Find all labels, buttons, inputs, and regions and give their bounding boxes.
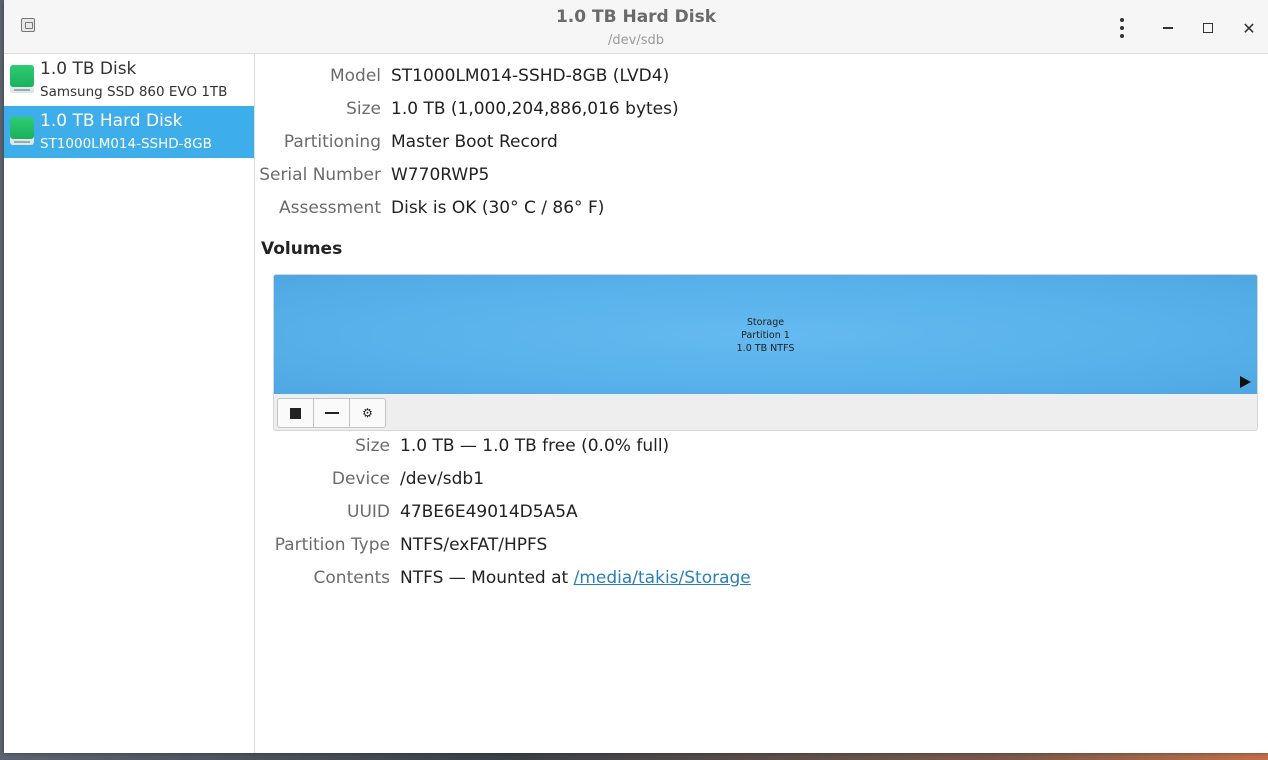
minimize-button[interactable] [1154,14,1182,42]
volume-size-value: 1.0 TB — 1.0 TB free (0.0% full) [400,436,670,456]
assessment-label: Assessment [279,198,381,218]
window-title: 1.0 TB Hard Disk [555,7,717,27]
uuid-value: 47BE6E49014D5A5A [400,502,578,522]
serial-value: W770RWP5 [391,165,490,185]
gears-icon: ⚙ [362,406,373,420]
partition-type-value: NTFS/exFAT/HPFS [400,535,548,555]
contents-prefix: NTFS — Mounted at [400,568,574,588]
assessment-value: Disk is OK (30° C / 86° F) [391,198,605,218]
disk-details: Model ST1000LM014-SSHD-8GB (LVD4) Size 1… [255,54,1268,753]
close-button[interactable]: ✕ [1235,14,1263,42]
partition-number: Partition 1 [741,330,790,341]
device-label: Device [331,469,390,489]
play-arrow-icon [1240,376,1251,388]
partitioning-value: Master Boot Record [391,132,558,152]
drive-name: 1.0 TB Hard Disk [40,111,183,131]
header-bar[interactable]: 1.0 TB Hard Disk /dev/sdb ✕ [4,0,1268,54]
size-label: Size [346,99,381,119]
drive-model: Samsung SSD 860 EVO 1TB [40,84,228,100]
volumes-heading: Volumes [261,239,343,259]
disks-window: 1.0 TB Hard Disk /dev/sdb ✕ 1.0 TB Disk … [4,0,1268,753]
drive-name: 1.0 TB Disk [40,59,137,79]
contents-value: NTFS — Mounted at /media/takis/Storage [400,568,751,588]
partition-label: Storage Partition 1 1.0 TB NTFS [274,316,1257,355]
partition-name: Storage [746,317,785,328]
partition-size: 1.0 TB NTFS [736,343,795,354]
window-subtitle: /dev/sdb [608,33,664,48]
serial-label: Serial Number [259,165,381,185]
maximize-button[interactable] [1194,14,1222,42]
size-value: 1.0 TB (1,000,204,886,016 bytes) [391,99,679,119]
volume-size-label: Size [355,436,390,456]
kebab-menu-icon [1120,16,1124,40]
close-icon: ✕ [1242,18,1256,38]
drive-model: ST1000LM014-SSHD-8GB [40,136,212,152]
model-label: Model [329,66,381,86]
drive-menu-button[interactable] [1108,14,1136,42]
partition-block[interactable]: Storage Partition 1 1.0 TB NTFS [274,275,1257,394]
unmount-button[interactable] [278,399,314,427]
minus-icon [324,412,339,414]
delete-partition-button[interactable] [314,399,350,427]
uuid-label: UUID [347,502,390,522]
partitioning-label: Partitioning [283,132,381,152]
drive-item-hdd[interactable]: 1.0 TB Hard Disk ST1000LM014-SSHD-8GB [4,106,254,158]
drive-icon [10,117,34,145]
mount-point-link[interactable]: /media/takis/Storage [574,568,751,588]
model-value: ST1000LM014-SSHD-8GB (LVD4) [391,66,670,86]
drive-list: 1.0 TB Disk Samsung SSD 860 EVO 1TB 1.0 … [4,54,255,753]
volume-toolbar: ⚙ [277,398,386,428]
partition-type-label: Partition Type [274,535,390,555]
volume-map: Storage Partition 1 1.0 TB NTFS ⚙ [273,274,1258,431]
contents-label: Contents [313,568,390,588]
stop-icon [290,407,301,419]
drive-item-ssd[interactable]: 1.0 TB Disk Samsung SSD 860 EVO 1TB [4,54,254,106]
drive-icon [10,65,34,93]
device-value: /dev/sdb1 [400,469,485,489]
partition-options-button[interactable]: ⚙ [350,399,385,427]
